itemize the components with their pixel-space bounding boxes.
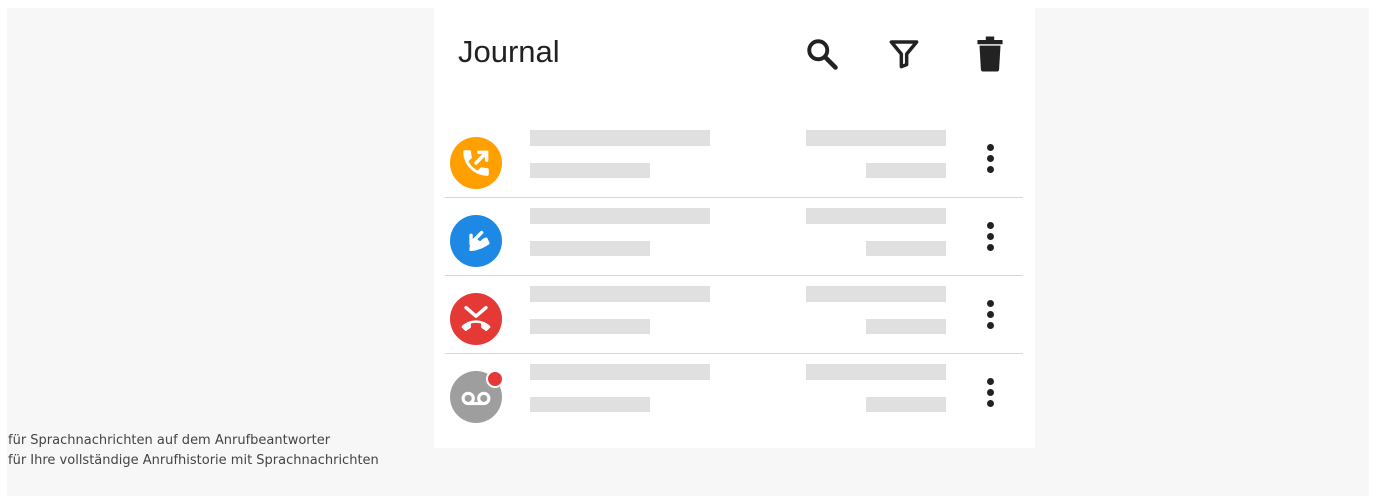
search-button[interactable] — [802, 32, 842, 76]
list-item[interactable] — [445, 354, 1023, 431]
unread-badge — [486, 370, 504, 388]
list-item[interactable] — [445, 276, 1023, 354]
call-date-placeholder — [806, 286, 946, 302]
more-vert-icon — [986, 299, 994, 307]
call-avatar — [450, 215, 502, 267]
contact-number-placeholder — [530, 319, 650, 334]
more-options-button[interactable] — [975, 372, 1005, 412]
contact-number-placeholder — [530, 241, 650, 256]
contact-number-placeholder — [530, 163, 650, 178]
call-duration-placeholder — [866, 241, 946, 256]
delete-button[interactable] — [970, 32, 1010, 76]
call-avatar — [450, 370, 504, 423]
more-options-button[interactable] — [975, 138, 1005, 178]
missed-call-icon — [461, 305, 491, 332]
caption-voicemail: für Sprachnachrichten auf dem Anrufbeant… — [8, 433, 331, 448]
search-icon — [807, 39, 838, 70]
call-date-placeholder — [806, 364, 946, 380]
call-duration-placeholder — [866, 163, 946, 178]
more-vert-icon — [986, 221, 994, 229]
call-duration-placeholder — [866, 397, 946, 412]
contact-number-placeholder — [530, 397, 650, 412]
contact-name-placeholder — [530, 286, 710, 302]
contact-name-placeholder — [530, 364, 710, 380]
list-item[interactable] — [445, 198, 1023, 276]
outgoing-call-icon — [463, 150, 489, 176]
journal-header: Journal — [434, 8, 1035, 108]
contact-name-placeholder — [530, 130, 710, 146]
more-options-button[interactable] — [975, 294, 1005, 334]
list-item[interactable] — [445, 120, 1023, 198]
caption-call-history: für Ihre vollständige Anrufhistorie mit … — [8, 453, 379, 468]
call-duration-placeholder — [866, 319, 946, 334]
call-avatar — [450, 137, 502, 189]
filter-icon — [889, 40, 919, 69]
filter-button[interactable] — [884, 32, 924, 76]
incoming-call-icon — [469, 230, 490, 251]
call-avatar — [450, 293, 502, 345]
journal-screen: Journal — [434, 8, 1035, 448]
more-options-button[interactable] — [975, 216, 1005, 256]
trash-icon — [977, 36, 1003, 72]
more-vert-icon — [986, 377, 994, 385]
page-title: Journal — [458, 34, 560, 69]
more-vert-icon — [986, 143, 994, 151]
call-date-placeholder — [806, 130, 946, 146]
call-list — [434, 120, 1035, 431]
call-date-placeholder — [806, 208, 946, 224]
contact-name-placeholder — [530, 208, 710, 224]
